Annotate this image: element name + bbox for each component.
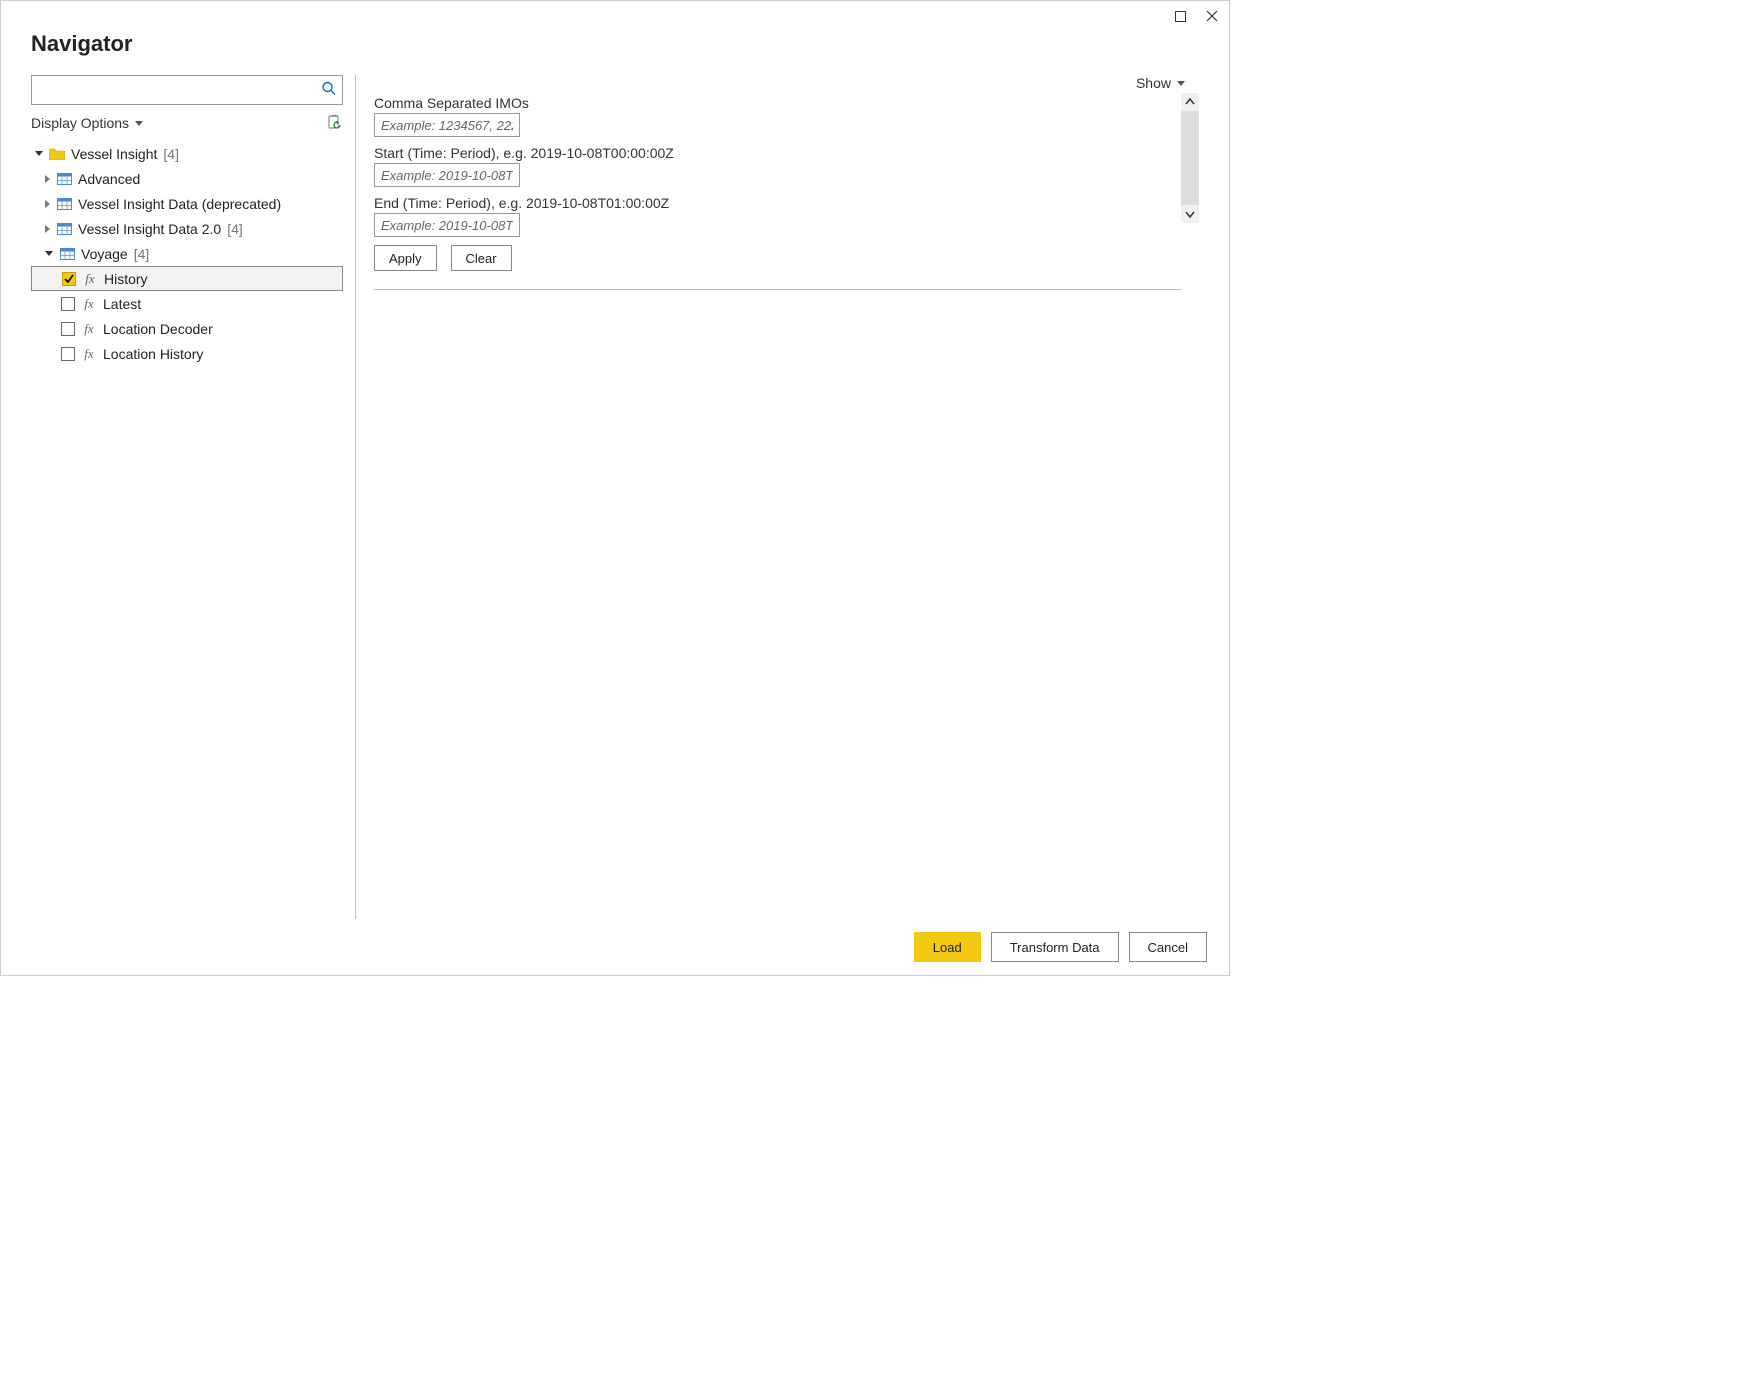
checkbox[interactable] — [61, 347, 75, 361]
vertical-divider — [355, 75, 356, 919]
tree-count: [4] — [163, 146, 179, 162]
tree-label: Voyage — [81, 246, 128, 262]
clear-button[interactable]: Clear — [451, 245, 512, 271]
checkbox[interactable] — [61, 297, 75, 311]
parameter-form: Comma Separated IMOs Start (Time: Period… — [374, 93, 1181, 290]
display-options-label: Display Options — [31, 115, 129, 131]
tree-label: Location Decoder — [103, 321, 213, 337]
function-icon: fx — [81, 322, 97, 336]
tree-item-voyage[interactable]: Voyage [4] — [31, 241, 343, 266]
titlebar — [1, 1, 1229, 31]
expand-icon — [45, 200, 50, 208]
tree-item-vessel-insight-data-deprecated[interactable]: Vessel Insight Data (deprecated) — [31, 191, 343, 216]
tree-label: Location History — [103, 346, 203, 362]
form-buttons: Apply Clear — [374, 245, 1175, 271]
close-button[interactable] — [1203, 7, 1221, 25]
left-pane: Display Options — [31, 75, 343, 919]
tree-label: Latest — [103, 296, 141, 312]
display-options-dropdown[interactable]: Display Options — [31, 115, 143, 131]
tree: Vessel Insight [4] Advanced Vessel Insig — [31, 141, 343, 919]
navigator-dialog: Navigator Display Options — [0, 0, 1230, 976]
function-icon: fx — [81, 297, 97, 311]
folder-icon — [49, 147, 65, 161]
scrollbar-track[interactable] — [1181, 111, 1199, 205]
footer: Load Transform Data Cancel — [1, 919, 1229, 975]
checkbox[interactable] — [62, 272, 76, 286]
form-scroll: Comma Separated IMOs Start (Time: Period… — [374, 93, 1199, 290]
load-button[interactable]: Load — [914, 932, 981, 962]
tree-item-latest[interactable]: fx Latest — [31, 291, 343, 316]
tree-item-history[interactable]: fx History — [31, 266, 343, 291]
table-icon — [56, 197, 72, 211]
search-row — [31, 75, 343, 105]
display-options-row: Display Options — [31, 115, 343, 131]
tree-label: History — [104, 271, 148, 287]
expand-icon — [45, 225, 50, 233]
tree-item-advanced[interactable]: Advanced — [31, 166, 343, 191]
tree-item-location-history[interactable]: fx Location History — [31, 341, 343, 366]
end-label: End (Time: Period), e.g. 2019-10-08T01:0… — [374, 195, 1175, 211]
chevron-down-icon — [135, 121, 143, 126]
expand-icon — [35, 151, 43, 156]
imos-label: Comma Separated IMOs — [374, 95, 1175, 111]
header: Navigator — [1, 31, 1229, 75]
dialog-title: Navigator — [31, 31, 1199, 57]
show-dropdown[interactable]: Show — [1136, 75, 1199, 91]
expand-icon — [45, 175, 50, 183]
checkbox[interactable] — [61, 322, 75, 336]
refresh-icon[interactable] — [327, 115, 343, 131]
tree-root-vessel-insight[interactable]: Vessel Insight [4] — [31, 141, 343, 166]
tree-item-location-decoder[interactable]: fx Location Decoder — [31, 316, 343, 341]
tree-label: Vessel Insight Data 2.0 — [78, 221, 221, 237]
transform-data-button[interactable]: Transform Data — [991, 932, 1119, 962]
table-icon — [56, 222, 72, 236]
apply-button[interactable]: Apply — [374, 245, 437, 271]
show-label: Show — [1136, 75, 1171, 91]
tree-count: [4] — [134, 246, 150, 262]
body: Display Options — [1, 75, 1229, 919]
tree-label: Vessel Insight Data (deprecated) — [78, 196, 281, 212]
tree-count: [4] — [227, 221, 243, 237]
scroll-up-icon[interactable] — [1181, 93, 1199, 111]
maximize-button[interactable] — [1171, 7, 1189, 25]
vertical-scrollbar[interactable] — [1181, 93, 1199, 223]
expand-icon — [45, 251, 53, 256]
function-icon: fx — [82, 272, 98, 286]
start-label: Start (Time: Period), e.g. 2019-10-08T00… — [374, 145, 1175, 161]
right-top: Show — [374, 75, 1199, 91]
search-icon[interactable] — [321, 81, 337, 100]
chevron-down-icon — [1177, 81, 1185, 86]
right-pane: Show Comma Separated IMOs Start (Time: P… — [374, 75, 1199, 919]
table-icon — [59, 247, 75, 261]
tree-label: Advanced — [78, 171, 140, 187]
table-icon — [56, 172, 72, 186]
tree-label: Vessel Insight — [71, 146, 157, 162]
search-input[interactable] — [31, 75, 343, 105]
cancel-button[interactable]: Cancel — [1129, 932, 1207, 962]
imos-input[interactable] — [374, 113, 520, 137]
end-input[interactable] — [374, 213, 520, 237]
start-input[interactable] — [374, 163, 520, 187]
function-icon: fx — [81, 347, 97, 361]
scroll-down-icon[interactable] — [1181, 205, 1199, 223]
tree-item-vessel-insight-data-2[interactable]: Vessel Insight Data 2.0 [4] — [31, 216, 343, 241]
